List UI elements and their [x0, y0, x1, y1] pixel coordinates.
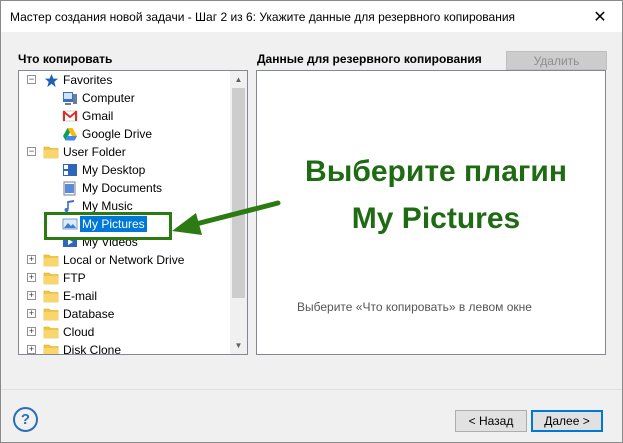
- footer-divider: [1, 389, 622, 390]
- tree-item[interactable]: − User Folder: [19, 143, 231, 161]
- tree-item[interactable]: − Favorites: [19, 71, 231, 89]
- what-to-copy-label: Что копировать: [18, 52, 113, 66]
- empty-hint: Выберите «Что копировать» в левом окне: [297, 300, 532, 314]
- tree-item-label: Local or Network Drive: [63, 253, 185, 267]
- tree-item[interactable]: + Disk Clone: [19, 341, 231, 355]
- folder-icon: [43, 144, 59, 160]
- documents-icon: [62, 180, 78, 196]
- title-bar: Мастер создания новой задачи - Шаг 2 из …: [1, 1, 622, 32]
- annotation-callout: Выберите плагин My Pictures: [271, 148, 601, 242]
- tree-item-label: My Desktop: [82, 163, 146, 177]
- scroll-down-icon[interactable]: ▼: [230, 337, 247, 354]
- tree-item[interactable]: My Desktop: [19, 161, 231, 179]
- tree-item-label: Computer: [82, 91, 135, 105]
- expand-icon[interactable]: +: [27, 309, 36, 318]
- close-button[interactable]: ✕: [578, 1, 622, 32]
- desktop-icon: [62, 162, 78, 178]
- folder-icon: [43, 252, 59, 268]
- wizard-window: Мастер создания новой задачи - Шаг 2 из …: [0, 0, 623, 443]
- tree-item-label: My Documents: [82, 181, 163, 195]
- computer-icon: [62, 90, 78, 106]
- folder-icon: [43, 306, 59, 322]
- collapse-icon[interactable]: −: [27, 75, 36, 84]
- tree-item[interactable]: Google Drive: [19, 125, 231, 143]
- gmail-icon: [62, 108, 78, 124]
- expand-icon[interactable]: +: [27, 345, 36, 354]
- annotation-line-1: Выберите плагин: [305, 155, 567, 188]
- tree-item-label: Disk Clone: [63, 343, 122, 355]
- back-button[interactable]: < Назад: [455, 410, 527, 432]
- tree-item-label: Google Drive: [82, 127, 153, 141]
- google-drive-icon: [62, 126, 78, 142]
- tree-item-label: Gmail: [82, 109, 114, 123]
- tree-item-label: Favorites: [63, 73, 113, 87]
- tree-item-label: Database: [63, 307, 115, 321]
- tree-item-label: Cloud: [63, 325, 95, 339]
- folder-icon: [43, 342, 59, 354]
- folder-icon: [43, 324, 59, 340]
- folder-icon: [43, 288, 59, 304]
- tree-item-label: E-mail: [63, 289, 98, 303]
- folder-icon: [43, 270, 59, 286]
- expand-icon[interactable]: +: [27, 291, 36, 300]
- tree-item-label: FTP: [63, 271, 86, 285]
- tree-item[interactable]: + Local or Network Drive: [19, 251, 231, 269]
- delete-button[interactable]: Удалить: [506, 51, 607, 70]
- annotation-line-2: My Pictures: [351, 202, 521, 235]
- tree-item[interactable]: + FTP: [19, 269, 231, 287]
- help-button[interactable]: ?: [13, 407, 38, 432]
- star-icon: [43, 72, 59, 88]
- tree-item[interactable]: Gmail: [19, 107, 231, 125]
- backup-data-label: Данные для резервного копирования: [257, 52, 482, 66]
- window-title: Мастер создания новой задачи - Шаг 2 из …: [10, 9, 516, 24]
- expand-icon[interactable]: +: [27, 273, 36, 282]
- tree-item[interactable]: + Cloud: [19, 323, 231, 341]
- scroll-up-icon[interactable]: ▲: [230, 71, 247, 88]
- expand-icon[interactable]: +: [27, 327, 36, 336]
- tree-item[interactable]: + Database: [19, 305, 231, 323]
- expand-icon[interactable]: +: [27, 255, 36, 264]
- tree-item[interactable]: Computer: [19, 89, 231, 107]
- highlight-box: [44, 212, 172, 240]
- next-button[interactable]: Далее >: [531, 410, 603, 432]
- collapse-icon[interactable]: −: [27, 147, 36, 156]
- tree-item[interactable]: + E-mail: [19, 287, 231, 305]
- annotation-arrow-icon: [172, 200, 281, 235]
- tree-item-label: User Folder: [63, 145, 126, 159]
